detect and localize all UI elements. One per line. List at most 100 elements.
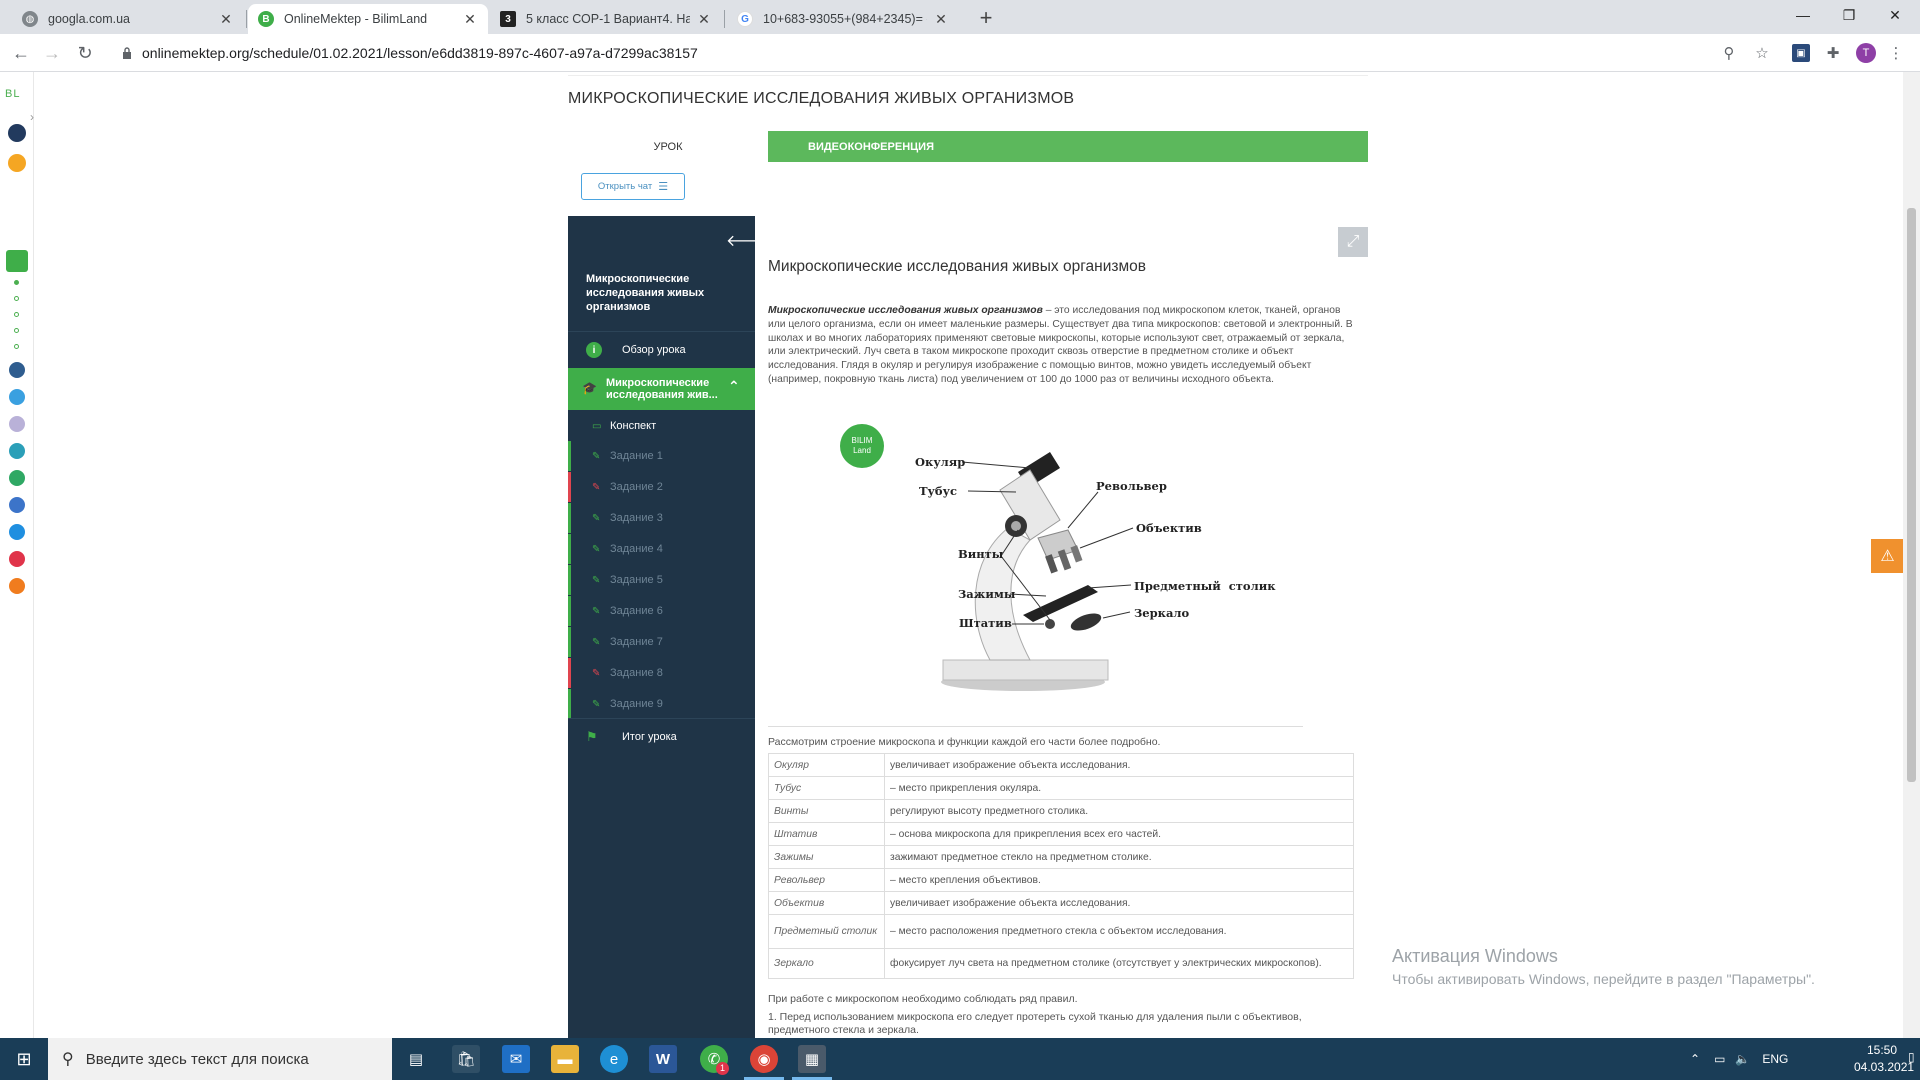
forward-arrow-icon[interactable]: →: [40, 41, 64, 65]
minimize-window-button[interactable]: —: [1780, 0, 1826, 30]
store-icon[interactable]: 🛍: [452, 1045, 480, 1073]
table-cell-term: Окуляр: [768, 753, 885, 777]
sidebar-item-overview[interactable]: i Обзор урока: [568, 332, 755, 367]
table-cell-description: фокусирует луч света на предметном столи…: [884, 948, 1354, 979]
taskbar-search-input[interactable]: ⚲ Введите здесь текст для поиска: [48, 1038, 392, 1080]
back-arrow-icon[interactable]: 🡐: [726, 230, 769, 251]
edge-icon[interactable]: e: [600, 1045, 628, 1073]
rail-app-icon[interactable]: [9, 578, 25, 594]
bookmark-star-icon[interactable]: ☆: [1752, 43, 1772, 63]
windows-start-icon[interactable]: ⊞: [10, 1045, 38, 1073]
task-view-icon[interactable]: ▤: [402, 1045, 430, 1073]
mail-icon[interactable]: ✉: [502, 1045, 530, 1073]
globe-icon: ◍: [22, 11, 38, 27]
rail-app-icon[interactable]: [9, 470, 25, 486]
task-status-mark: [568, 534, 571, 564]
menu-dots-icon[interactable]: ⋮: [1886, 43, 1906, 63]
sidebar-item-task[interactable]: ✎ Задание 9: [568, 689, 755, 719]
tab-videoconference[interactable]: ВИДЕОКОНФЕРЕНЦИЯ: [768, 131, 1368, 162]
clock-time: 15:50: [1866, 1043, 1898, 1057]
restore-window-button[interactable]: ❐: [1826, 0, 1872, 30]
back-arrow-icon[interactable]: ←: [9, 41, 33, 65]
taskbar-clock[interactable]: 15:50 04.03.2021: [1854, 1042, 1914, 1076]
label-clamps: Зажимы: [958, 587, 1016, 601]
sidebar-item-task[interactable]: ✎ Задание 2: [568, 472, 755, 502]
table-cell-term: Зеркало: [768, 948, 885, 979]
rail-expand-chevron-icon[interactable]: ›: [30, 110, 34, 124]
table-cell-description: зажимают предметное стекло на предметном…: [884, 845, 1354, 869]
browser-tab-onlinemektep[interactable]: B OnlineMektep - BilimLand ✕: [248, 4, 488, 34]
network-icon[interactable]: ▭: [1714, 1052, 1725, 1066]
sidebar-item-label: Задание 6: [610, 605, 663, 617]
sidebar-item-task[interactable]: ✎ Задание 4: [568, 534, 755, 564]
rail-app-icon[interactable]: [9, 416, 25, 432]
profile-avatar[interactable]: T: [1856, 43, 1876, 63]
rail-dot-icon: [14, 328, 19, 333]
address-bar[interactable]: onlinemektep.org/schedule/01.02.2021/les…: [110, 38, 1770, 68]
tab-title: OnlineMektep - BilimLand: [284, 12, 428, 26]
lock-icon: [123, 47, 131, 59]
sidebar-item-label: Итог урока: [622, 731, 677, 743]
table-cell-description: увеличивает изображение объекта исследов…: [884, 891, 1354, 915]
sidebar-item-task[interactable]: ✎ Задание 8: [568, 658, 755, 688]
sidebar-item-topic[interactable]: 🎓 Микроскопические исследования жив... ⌃: [568, 368, 755, 410]
sidebar-item-task[interactable]: ✎ Задание 1: [568, 441, 755, 471]
sidebar-item-task[interactable]: ✎ Задание 3: [568, 503, 755, 533]
sidebar-item-task[interactable]: ✎ Задание 7: [568, 627, 755, 657]
rail-active-item-icon[interactable]: [6, 250, 28, 272]
task-status-mark: [568, 627, 571, 657]
file-explorer-icon[interactable]: ▬: [551, 1045, 579, 1073]
close-tab-icon[interactable]: ✕: [462, 11, 478, 28]
calculator-icon[interactable]: ▦: [798, 1045, 826, 1073]
new-tab-button[interactable]: +: [974, 5, 998, 30]
fullscreen-expand-icon[interactable]: ⤢: [1338, 227, 1368, 257]
notifications-icon[interactable]: ▯: [1908, 1050, 1915, 1064]
table-cell-term: Объектив: [768, 891, 885, 915]
rail-dot-icon: [14, 280, 19, 285]
report-warning-icon[interactable]: ⚠: [1871, 539, 1904, 573]
rail-app-icon[interactable]: [9, 524, 25, 540]
left-rail: BL ›: [0, 72, 34, 1038]
extension-icon[interactable]: ▣: [1792, 44, 1810, 62]
rail-app-icon[interactable]: [9, 362, 25, 378]
browser-toolbar: ← → ↻ onlinemektep.org/schedule/01.02.20…: [0, 34, 1920, 72]
word-icon[interactable]: W: [649, 1045, 677, 1073]
table-row: Тубус – место прикрепления окуляра.: [768, 776, 1354, 800]
sidebar-item-label: Задание 7: [610, 636, 663, 648]
user-avatar[interactable]: [8, 124, 26, 142]
help-icon[interactable]: [9, 389, 25, 405]
sidebar-item-summary[interactable]: ▭ Конспект: [568, 411, 755, 441]
browser-tab-googla[interactable]: ◍ googla.com.ua ✕: [12, 4, 244, 34]
chevron-up-icon[interactable]: ⌃: [728, 379, 740, 393]
chrome-icon[interactable]: ◉: [750, 1045, 778, 1073]
rail-dot-icon: [14, 296, 19, 301]
task-status-mark: [568, 689, 571, 719]
close-tab-icon[interactable]: ✕: [933, 11, 949, 28]
rail-app-icon[interactable]: [9, 443, 25, 459]
browser-tab-znanija[interactable]: 3 5 класс СОР-1 Вариант4. На рис ✕: [490, 4, 722, 34]
rail-app-icon[interactable]: [9, 551, 25, 567]
info-icon: i: [586, 342, 602, 358]
zoom-icon[interactable]: ⚲: [1719, 43, 1739, 63]
rail-app-icon[interactable]: [9, 497, 25, 513]
close-window-button[interactable]: ✕: [1872, 0, 1918, 30]
volume-icon[interactable]: 🔈: [1735, 1052, 1750, 1066]
close-tab-icon[interactable]: ✕: [696, 11, 712, 28]
notification-badge: 1: [716, 1062, 729, 1075]
table-row: Предметный столик – место расположения пр…: [768, 914, 1354, 949]
sidebar-item-task[interactable]: ✎ Задание 6: [568, 596, 755, 626]
close-tab-icon[interactable]: ✕: [218, 11, 234, 28]
browser-tab-google[interactable]: G 10+683-93055+(984+2345)= - П ✕: [727, 4, 959, 34]
microscope-illustration: [941, 452, 1109, 691]
scrollbar-thumb[interactable]: [1907, 208, 1916, 782]
edit-icon: ✎: [592, 543, 601, 555]
sidebar-item-result[interactable]: ⚑ Итог урока: [568, 719, 755, 755]
extensions-puzzle-icon[interactable]: ✚: [1823, 43, 1843, 63]
reload-icon[interactable]: ↻: [73, 41, 97, 65]
language-indicator[interactable]: ENG: [1762, 1052, 1788, 1066]
tray-chevron-up-icon[interactable]: ⌃: [1690, 1052, 1700, 1066]
coin-icon[interactable]: [8, 154, 26, 172]
sidebar-item-task[interactable]: ✎ Задание 5: [568, 565, 755, 595]
open-chat-button[interactable]: Открыть чат ☰: [581, 173, 685, 200]
tab-lesson[interactable]: УРОК: [568, 131, 768, 162]
